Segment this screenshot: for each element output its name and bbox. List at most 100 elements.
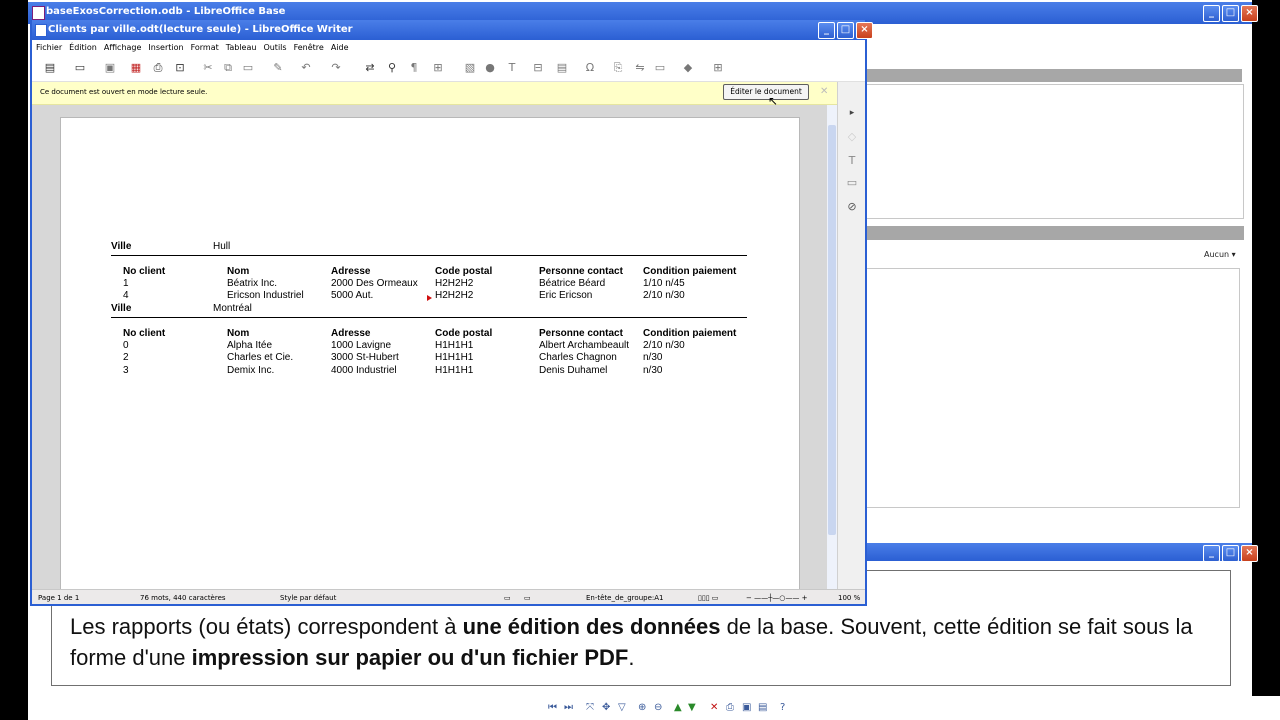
zoom-slider[interactable]: − ——┼—○—— + — [746, 594, 808, 602]
export-icon[interactable]: ▤ — [758, 702, 767, 713]
base-bottom-toolbar: ⏮ ⏭ ⤧ ✥ ▽ ⊕ ⊖ ▲ ▼ ✕ ⎙ ▣ ▤ ? — [56, 696, 1280, 720]
text-cursor-marker — [427, 295, 432, 301]
menu-fenetre[interactable]: Fenêtre — [294, 43, 324, 56]
gallery-icon[interactable]: ▭ — [845, 176, 859, 190]
nav-first-icon[interactable]: ⏮ — [548, 702, 557, 713]
writer-titlebar[interactable]: Clients par ville.odt(lecture seule) - L… — [32, 20, 873, 40]
document-area[interactable]: Ville Hull No client Nom Adresse Code postal P… — [32, 105, 830, 589]
spellcheck-icon[interactable]: ⚲ — [384, 60, 400, 76]
fit-icon[interactable]: ⤧ — [586, 702, 594, 713]
view-layout-icon[interactable]: ▯▯▯ ▭ — [698, 594, 718, 602]
open-icon[interactable]: ▭ — [72, 60, 88, 76]
maximize-icon[interactable]: □ — [837, 22, 854, 39]
page-break-icon[interactable]: ⊟ — [530, 60, 546, 76]
minimize-icon[interactable]: _ — [1203, 5, 1220, 22]
pdf-export-icon[interactable]: ▦ — [128, 60, 144, 76]
column-header: Code postal — [435, 266, 493, 277]
maximize-icon[interactable]: □ — [1222, 545, 1239, 562]
base-app-icon — [32, 6, 45, 20]
menu-format[interactable]: Format — [191, 43, 219, 56]
chevron-down-icon: ▾ — [1231, 250, 1236, 259]
find-replace-icon[interactable]: ⇄ — [362, 60, 378, 76]
paste-icon[interactable]: ▭ — [240, 60, 256, 76]
scrollbar-thumb[interactable] — [828, 125, 836, 535]
print-preview-icon[interactable]: ⊡ — [172, 60, 188, 76]
move-icon[interactable]: ✥ — [602, 702, 610, 713]
close-icon[interactable]: × — [856, 22, 873, 39]
properties-icon[interactable]: ◇ — [845, 130, 859, 144]
table-cell: Béatrix Inc. — [227, 278, 278, 289]
comment-icon[interactable]: ▭ — [652, 60, 668, 76]
preview-mode-select[interactable]: Aucun ▾ — [1204, 250, 1236, 259]
table-cell: 5000 Aut. — [331, 290, 374, 302]
status-bar: Page 1 de 1 76 mots, 440 caractères Styl… — [32, 589, 865, 604]
base-window-controls: _ □ × — [1203, 5, 1258, 22]
base-subwindow-titlebar[interactable]: _ □ × — [866, 543, 1258, 562]
vertical-scrollbar[interactable] — [827, 105, 837, 589]
menu-aide[interactable]: Aide — [331, 43, 349, 56]
cut-icon[interactable]: ✂ — [200, 60, 216, 76]
menu-affichage[interactable]: Affichage — [104, 43, 142, 56]
menu-insertion[interactable]: Insertion — [148, 43, 183, 56]
close-icon[interactable]: × — [1241, 5, 1258, 22]
basic-shapes-icon[interactable]: ◆ — [680, 60, 696, 76]
menu-edition[interactable]: Édition — [69, 43, 97, 56]
table-cell: Demix Inc. — [227, 364, 275, 376]
group-city: Hull — [213, 241, 231, 252]
menu-tableau[interactable]: Tableau — [226, 43, 257, 56]
writer-app-icon — [35, 24, 47, 37]
save-icon[interactable]: ▣ — [102, 60, 118, 76]
sort-asc-icon[interactable]: ▲ — [674, 702, 682, 713]
column-header: Code postal — [435, 328, 493, 339]
table-cell: n/30 — [643, 364, 663, 376]
styles-icon[interactable]: T — [845, 154, 859, 168]
table-cell: 1/10 n/45 — [643, 278, 685, 289]
sort-desc-icon[interactable]: ▼ — [688, 702, 696, 713]
redo-icon[interactable]: ↷ — [328, 60, 344, 76]
column-header: Nom — [227, 266, 250, 277]
draw-functions-icon[interactable]: ⊞ — [710, 60, 726, 76]
formatting-marks-icon[interactable]: ¶ — [406, 60, 422, 76]
table-cell: 4 — [123, 290, 129, 302]
filter-icon[interactable]: ▽ — [618, 702, 626, 713]
field-icon[interactable]: ▤ — [554, 60, 570, 76]
minimize-icon[interactable]: _ — [1203, 545, 1220, 562]
column-header: No client — [123, 266, 166, 277]
print-icon[interactable]: ⎙ — [726, 702, 734, 713]
menu-fichier[interactable]: Fichier — [36, 43, 62, 56]
table-cell: 2/10 n/30 — [643, 290, 685, 302]
minimize-icon[interactable]: _ — [818, 22, 835, 39]
footnote-icon[interactable]: ⇋ — [632, 60, 648, 76]
print-icon[interactable]: ⎙ — [150, 60, 166, 76]
close-icon[interactable]: ✕ — [820, 86, 828, 97]
group-city: Montréal — [213, 303, 252, 314]
close-icon[interactable]: × — [1241, 545, 1258, 562]
menu-outils[interactable]: Outils — [263, 43, 286, 56]
table-cell: H1H1H1 — [435, 352, 474, 364]
new-document-icon[interactable]: ▤ — [42, 60, 58, 76]
maximize-icon[interactable]: □ — [1222, 5, 1239, 22]
special-character-icon[interactable]: Ω — [582, 60, 598, 76]
table-cell: n/30 — [643, 352, 663, 364]
text-box-icon[interactable]: T — [504, 60, 520, 76]
zoom-level[interactable]: 100 % — [838, 594, 860, 602]
navigator-icon[interactable]: ⊘ — [845, 200, 859, 214]
base-objects-panel[interactable] — [866, 84, 1244, 219]
hyperlink-icon[interactable]: ⎘ — [610, 60, 626, 76]
help-icon[interactable]: ? — [780, 702, 785, 713]
sidebar-menu-icon[interactable]: ▸ — [845, 106, 859, 120]
image-icon[interactable]: ▧ — [462, 60, 478, 76]
zoom-in-icon[interactable]: ⊕ — [638, 702, 646, 713]
base-section-header — [866, 69, 1242, 82]
table-icon[interactable]: ⊞ — [430, 60, 446, 76]
undo-icon[interactable]: ↶ — [298, 60, 314, 76]
copy-icon[interactable]: ⧉ — [220, 60, 236, 76]
save-icon[interactable]: ▣ — [742, 702, 751, 713]
delete-icon[interactable]: ✕ — [710, 702, 718, 713]
zoom-out-icon[interactable]: ⊖ — [654, 702, 662, 713]
table-cell: Albert Archambeault — [539, 340, 630, 351]
edit-document-button[interactable]: Éditer le document — [723, 84, 809, 100]
chart-icon[interactable]: ● — [482, 60, 498, 76]
clone-format-icon[interactable]: ✎ — [270, 60, 286, 76]
nav-next-icon[interactable]: ⏭ — [564, 702, 573, 713]
